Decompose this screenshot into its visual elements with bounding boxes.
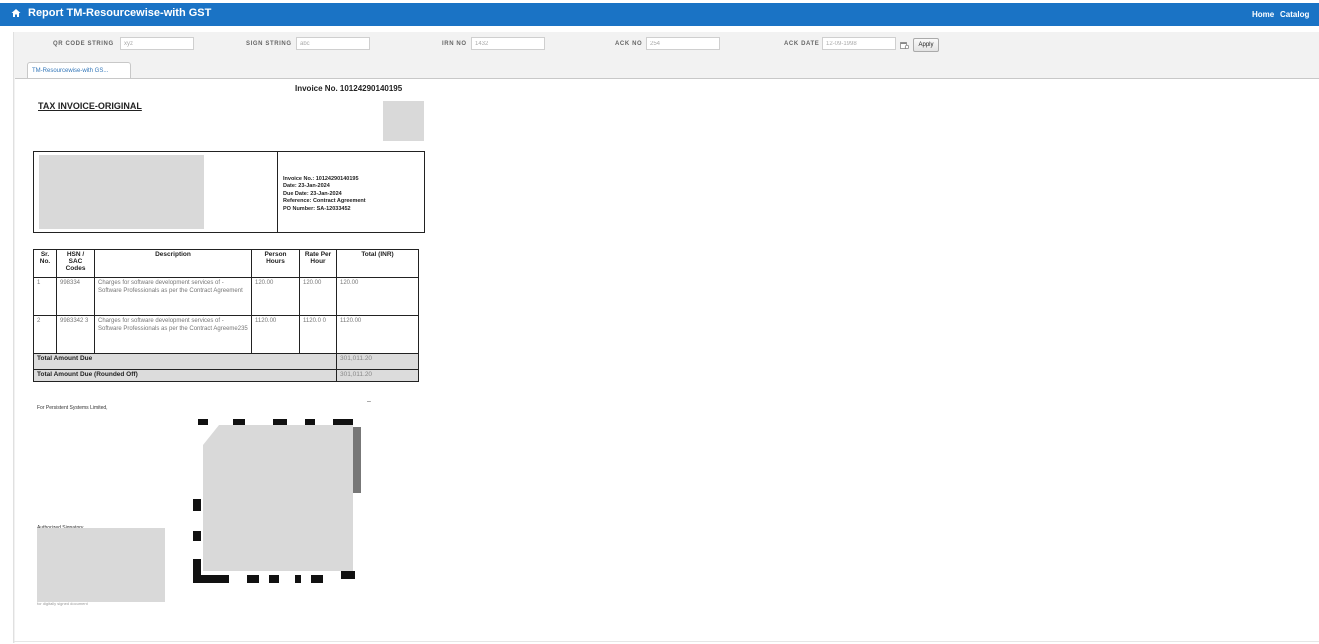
app-header: Report TM-Resourcewise-with GST Home Cat… xyxy=(0,3,1319,26)
cell-hours: 1120.00 xyxy=(251,315,300,354)
col-sr-no: Sr. No. xyxy=(33,249,57,278)
filter-bar: QR CODE STRING SIGN STRING IRN NO ACK NO… xyxy=(14,32,1319,56)
nav-home-link[interactable]: Home xyxy=(1252,10,1274,19)
cell-sr-no: 1 xyxy=(33,277,57,316)
cell-total: 120.00 xyxy=(336,277,419,316)
logo-placeholder xyxy=(383,101,424,141)
col-person-hours: Person Hours xyxy=(251,249,300,278)
cell-hsn: 9983342 3 xyxy=(56,315,95,354)
total-value: 301,011.20 xyxy=(336,353,419,370)
col-rate-per-hour: Rate Per Hour xyxy=(299,249,337,278)
sign-string-label: SIGN STRING xyxy=(246,41,292,47)
table-row: 1 998334 Charges for software developmen… xyxy=(33,277,419,316)
page-title: Report TM-Resourcewise-with GST xyxy=(28,7,212,19)
ack-no-label: ACK NO xyxy=(615,41,643,47)
cell-sr-no: 2 xyxy=(33,315,57,354)
header-divider xyxy=(277,152,278,232)
total-rounded-row: Total Amount Due (Rounded Off) 301,011.2… xyxy=(33,369,419,382)
line-items-table: Sr. No. HSN / SAC Codes Description Pers… xyxy=(33,249,419,382)
report-viewer: Invoice No. 10124290140195 TAX INVOICE-O… xyxy=(15,78,1319,644)
address-placeholder xyxy=(39,155,204,229)
total-rounded-label: Total Amount Due (Rounded Off) xyxy=(33,369,337,382)
total-rounded-value: 301,011.20 xyxy=(336,369,419,382)
tick-mark: – xyxy=(367,398,371,405)
total-label: Total Amount Due xyxy=(33,353,337,370)
cell-description: Charges for software development service… xyxy=(94,277,252,316)
invoice-heading: Invoice No. 10124290140195 xyxy=(295,84,403,93)
apply-button[interactable]: Apply xyxy=(913,38,939,52)
for-company-text: For Persistent Systems Limited, xyxy=(37,405,108,411)
table-header-row: Sr. No. HSN / SAC Codes Description Pers… xyxy=(33,249,419,278)
cell-description: Charges for software development service… xyxy=(94,315,252,354)
ack-no-input[interactable] xyxy=(646,37,720,50)
report-frame: QR CODE STRING SIGN STRING IRN NO ACK NO… xyxy=(13,32,1319,644)
total-row: Total Amount Due 301,011.20 xyxy=(33,353,419,370)
invoice-date-line: Date: 23-Jan-2024 xyxy=(283,183,330,190)
calendar-icon[interactable] xyxy=(900,41,909,49)
nav-catalog-link[interactable]: Catalog xyxy=(1280,10,1309,19)
reference-line: Reference: Contract Agreement xyxy=(283,198,366,205)
cell-hours: 120.00 xyxy=(251,277,300,316)
qr-code xyxy=(193,419,361,583)
invoice-header-box: Invoice No.: 10124290140195 Date: 23-Jan… xyxy=(33,151,425,233)
cell-rate: 1120.0 0 xyxy=(299,315,337,354)
cell-rate: 120.00 xyxy=(299,277,337,316)
qr-code-string-label: QR CODE STRING xyxy=(53,41,114,47)
due-date-line: Due Date: 23-Jan-2024 xyxy=(283,190,342,197)
col-hsn-sac: HSN / SAC Codes xyxy=(56,249,95,278)
col-total-inr: Total (INR) xyxy=(336,249,419,278)
ack-date-input[interactable] xyxy=(822,37,896,50)
frame-bottom-border xyxy=(14,641,1319,642)
sign-string-input[interactable] xyxy=(296,37,370,50)
signatory-subtext: for digitally signed document xyxy=(37,601,88,606)
cell-hsn: 998334 xyxy=(56,277,95,316)
irn-no-label: IRN NO xyxy=(442,41,467,47)
invoice-number-line: Invoice No.: 10124290140195 xyxy=(283,176,359,182)
document-title: TAX INVOICE-ORIGINAL xyxy=(38,101,142,111)
irn-no-input[interactable] xyxy=(471,37,545,50)
po-number-line: PO Number: SA-12033452 xyxy=(283,205,351,212)
cell-total: 1120.00 xyxy=(336,315,419,354)
table-row: 2 9983342 3 Charges for software develop… xyxy=(33,315,419,354)
ack-date-label: ACK DATE xyxy=(784,41,820,47)
col-description: Description xyxy=(94,249,252,278)
signature-placeholder xyxy=(37,528,165,602)
tab-report[interactable]: TM-Resourcewise-with GS... xyxy=(27,62,131,78)
qr-code-string-input[interactable] xyxy=(120,37,194,50)
invoice-details: Invoice No.: 10124290140195 Date: 23-Jan… xyxy=(283,176,366,213)
home-icon[interactable] xyxy=(11,8,21,18)
